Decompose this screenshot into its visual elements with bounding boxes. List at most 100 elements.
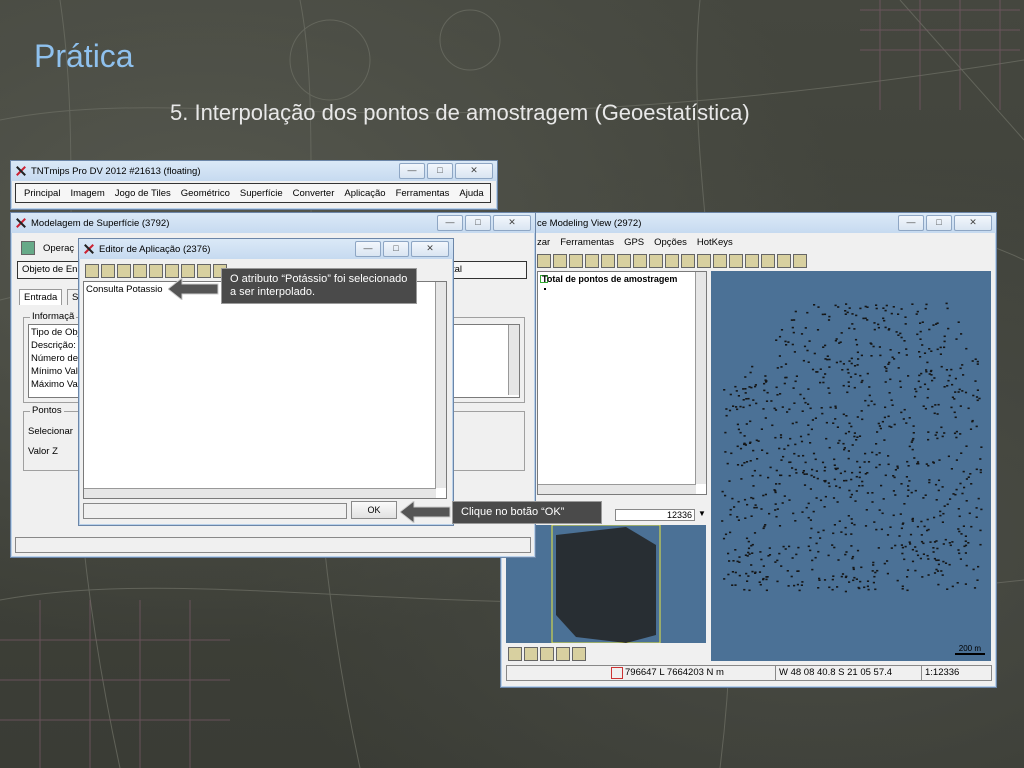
close-button[interactable]: ✕ [411, 241, 449, 257]
close-button[interactable]: ✕ [493, 215, 531, 231]
sample-point [842, 384, 845, 387]
sample-point [845, 479, 848, 482]
menu-imagem[interactable]: Imagem [70, 188, 104, 199]
zoom-box-icon[interactable] [508, 647, 522, 661]
sample-point [907, 489, 910, 491]
find-icon[interactable] [181, 264, 195, 278]
minimize-button[interactable]: — [355, 241, 381, 257]
menu-ferramentas[interactable]: Ferramentas [560, 237, 614, 248]
count-field[interactable]: 12336 [615, 509, 695, 521]
main-map-points [721, 302, 983, 593]
sample-point [853, 365, 857, 367]
minimize-button[interactable]: — [437, 215, 463, 231]
sample-point [822, 376, 825, 379]
locator-map[interactable] [506, 525, 706, 643]
maximize-button[interactable]: □ [383, 241, 409, 257]
menu-opcoes[interactable]: Opções [654, 237, 687, 248]
sample-point [841, 369, 844, 371]
menu-hotkeys[interactable]: HotKeys [697, 237, 733, 248]
sample-point [933, 412, 936, 415]
ok-button[interactable]: OK [351, 501, 397, 519]
menu-visualizar[interactable]: zar [537, 237, 550, 248]
layer-tree-vscroll[interactable] [695, 272, 706, 484]
surface-view-titlebar[interactable]: ce Modeling View (2972) — □ ✕ [501, 213, 996, 233]
close-button[interactable]: ✕ [954, 215, 992, 231]
ruler-icon[interactable] [649, 254, 663, 268]
cut-icon[interactable] [133, 264, 147, 278]
maximize-button[interactable]: □ [926, 215, 952, 231]
sample-point [866, 585, 869, 588]
view-menu-bar: zar Ferramentas GPS Opções HotKeys [537, 237, 733, 248]
gps-icon[interactable] [665, 254, 679, 268]
list-icon[interactable] [197, 264, 211, 278]
sample-point [803, 473, 806, 475]
export-icon[interactable] [793, 254, 807, 268]
close-button[interactable]: ✕ [455, 163, 493, 179]
sample-point [807, 424, 810, 426]
save-icon[interactable] [101, 264, 115, 278]
zoom-out-icon[interactable] [540, 647, 554, 661]
zoom-full-icon[interactable] [569, 254, 583, 268]
sample-point [916, 461, 920, 463]
menu-aplicacao[interactable]: Aplicação [344, 188, 385, 199]
count-dropdown-icon[interactable]: ▼ [697, 509, 707, 521]
edit-icon[interactable] [777, 254, 791, 268]
search-icon[interactable] [556, 647, 570, 661]
main-window-titlebar[interactable]: TNTmips Pro DV 2012 #21613 (floating) — … [11, 161, 497, 181]
zoom-in-icon[interactable] [524, 647, 538, 661]
editor-text-area[interactable]: Consulta Potassio [83, 281, 447, 499]
sample-point [836, 501, 839, 503]
editor-hscroll[interactable] [84, 488, 436, 498]
layers-icon[interactable] [601, 254, 615, 268]
search-icon[interactable] [745, 254, 759, 268]
editor-vscroll[interactable] [435, 282, 446, 488]
menu-ajuda[interactable]: Ajuda [459, 188, 483, 199]
maximize-button[interactable]: □ [465, 215, 491, 231]
tab-entrada[interactable]: Entrada [19, 289, 63, 305]
sample-point [943, 346, 946, 349]
surface-modeling-titlebar[interactable]: Modelagem de Superfície (3792) — □ ✕ [11, 213, 535, 233]
zoom-in-icon[interactable] [537, 254, 551, 268]
sample-point [776, 508, 779, 510]
sample-point [851, 471, 854, 474]
sample-point [834, 418, 837, 420]
info-vscroll[interactable] [508, 325, 519, 395]
paste-icon[interactable] [165, 264, 179, 278]
stop-icon[interactable] [713, 254, 727, 268]
minimize-button[interactable]: — [898, 215, 924, 231]
arrow-back-icon[interactable] [681, 254, 695, 268]
pointer-icon[interactable] [761, 254, 775, 268]
open-icon[interactable] [85, 264, 99, 278]
maximize-button[interactable]: □ [427, 163, 453, 179]
layer-label[interactable]: Total de pontos de amostragem [542, 274, 677, 284]
menu-geometrico[interactable]: Geométrico [181, 188, 230, 199]
editor-status-bar [83, 503, 347, 519]
sample-point [770, 400, 773, 402]
save-as-icon[interactable] [117, 264, 131, 278]
copy-icon[interactable] [149, 264, 163, 278]
layer-tree-hscroll[interactable] [538, 484, 696, 494]
sample-point [905, 476, 908, 478]
operation-icon[interactable] [21, 241, 35, 255]
editor-content: Consulta Potassio [86, 284, 163, 295]
sample-point [853, 432, 856, 434]
menu-ferramentas[interactable]: Ferramentas [396, 188, 450, 199]
menu-converter[interactable]: Converter [293, 188, 335, 199]
minimize-button[interactable]: — [399, 163, 425, 179]
menu-gps[interactable]: GPS [624, 237, 644, 248]
menu-superficie[interactable]: Superfície [240, 188, 283, 199]
menu-jogo-de-tiles[interactable]: Jogo de Tiles [115, 188, 171, 199]
main-map[interactable]: 200 m [711, 271, 991, 661]
sample-point [928, 328, 931, 331]
arrow-forward-icon[interactable] [697, 254, 711, 268]
menu-principal[interactable]: Principal [24, 188, 60, 199]
select-icon[interactable] [617, 254, 631, 268]
sample-point [822, 346, 825, 348]
zoom-out-icon[interactable] [553, 254, 567, 268]
redraw-icon[interactable] [729, 254, 743, 268]
legend-icon[interactable] [572, 647, 586, 661]
measure-icon[interactable] [633, 254, 647, 268]
pan-icon[interactable] [585, 254, 599, 268]
application-editor-titlebar[interactable]: Editor de Aplicação (2376) — □ ✕ [79, 239, 453, 259]
sample-point [858, 485, 861, 487]
